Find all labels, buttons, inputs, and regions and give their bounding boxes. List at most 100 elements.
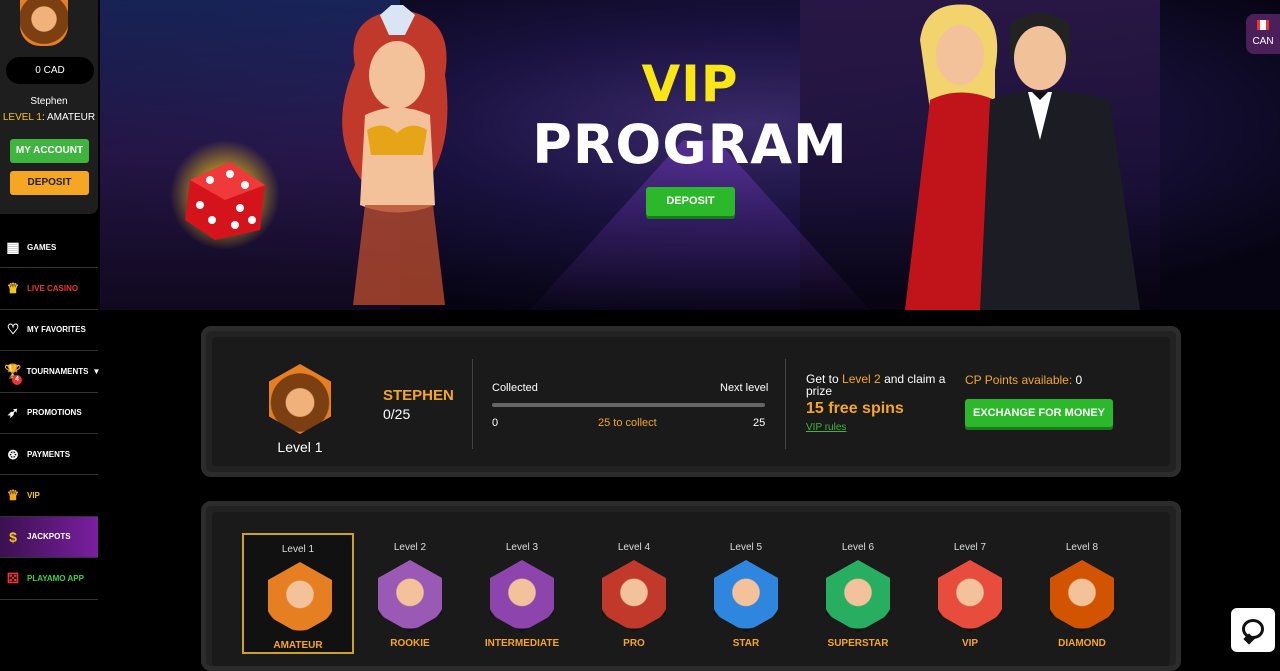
vip-level-badge-icon [826, 560, 890, 632]
sidebar-item-vip[interactable]: ♛ VIP [0, 475, 98, 517]
vip-progress-panel: Level 1 STEPHEN 0/25 Collected Next leve… [201, 326, 1181, 477]
vip-level-name: INTERMEDIATE [484, 638, 560, 649]
divider [785, 359, 786, 449]
money-bag-icon: $ [9, 528, 17, 545]
games-icon: ▦ [6, 238, 20, 255]
sidebar-nav: ▦ GAMES ♛ LIVE CASINO ♡ MY FAVORITES 🏆 4 TOUR… [0, 227, 101, 600]
vip-rules-link[interactable]: VIP rules [806, 422, 846, 433]
sidebar-item-jackpots[interactable]: $ JACKPOTS [0, 516, 98, 559]
hero-deposit-button[interactable]: DEPOSIT [646, 187, 735, 216]
dice-icon: ⚄ [6, 569, 20, 586]
my-account-button[interactable]: MY ACCOUNT [10, 139, 89, 163]
current-level: Level 1 [277, 439, 323, 455]
vip-level-number: Level 1 [281, 544, 315, 555]
chevron-down-icon[interactable]: ▼ [93, 367, 101, 376]
rocket-icon: ➶ [7, 404, 19, 421]
vip-level-card[interactable]: Level 4 PRO [578, 533, 690, 654]
vip-level-card[interactable]: Level 5 STAR [690, 533, 802, 654]
vip-level-badge-icon [378, 560, 442, 632]
next-level-name: Level 2 [842, 372, 881, 386]
next-level-prize-text: Get to Level 2 and claim a prize [806, 373, 951, 397]
progress-points: 0/25 [383, 406, 411, 422]
vip-level-number: Level 8 [1065, 542, 1099, 553]
sidebar-item-payments[interactable]: ⊛ PAYMENTS [0, 434, 98, 476]
currency-label: CAN [1252, 36, 1274, 47]
payments-icon: ⊛ [7, 445, 19, 462]
level-label: LEVEL 1 [2, 112, 42, 123]
sidebar-item-tournaments[interactable]: 🏆 4 TOURNAMENTS ▼ [0, 351, 101, 393]
vip-progress-inner: Level 1 STEPHEN 0/25 Collected Next leve… [212, 337, 1170, 466]
vip-levels-inner: Level 1 AMATEUR Level 2 ROOKIE Level 3 INTERM… [212, 512, 1170, 666]
vip-level-card[interactable]: Level 2 ROOKIE [354, 533, 466, 654]
heart-icon: ♡ [6, 321, 20, 338]
sidebar-item-label: GAMES [27, 242, 57, 252]
exchange-for-money-button[interactable]: EXCHANGE FOR MONEY [965, 399, 1113, 427]
vip-level-number: Level 6 [841, 542, 875, 553]
sidebar-item-playamo-app[interactable]: ⚄ PLAYAMO APP [0, 558, 98, 600]
sidebar-item-label: TOURNAMENTS [26, 366, 89, 376]
sidebar-item-live-casino[interactable]: ♛ LIVE CASINO [0, 268, 98, 310]
progress-bar [492, 403, 765, 407]
sidebar-deposit-button[interactable]: DEPOSIT [10, 171, 89, 195]
vip-level-number: Level 2 [393, 542, 427, 553]
vip-level-card[interactable]: Level 7 VIP [914, 533, 1026, 654]
player-level: LEVEL 1: AMATEUR [0, 112, 98, 123]
sidebar: 0 CAD Stephen LEVEL 1: AMATEUR MY ACCOUN… [0, 0, 100, 659]
sidebar-item-favorites[interactable]: ♡ MY FAVORITES [0, 310, 98, 352]
avatar[interactable] [20, 0, 68, 46]
crown-icon: ♛ [6, 487, 20, 504]
vip-level-name: VIP [961, 638, 979, 649]
hero-title-program: PROGRAM [532, 113, 848, 176]
cp-points: CP Points available: 0 [965, 373, 1082, 387]
vip-level-number: Level 4 [617, 542, 651, 553]
level-name: : AMATEUR [41, 112, 96, 123]
vip-level-card[interactable]: Level 1 AMATEUR [242, 533, 354, 654]
vip-level-name: DIAMOND [1058, 638, 1106, 649]
next-level-label: Next level [720, 382, 769, 394]
sidebar-item-label: JACKPOTS [27, 532, 71, 542]
sidebar-item-label: PROMOTIONS [27, 408, 82, 418]
vip-level-card[interactable]: Level 8 DIAMOND [1026, 533, 1138, 654]
divider [472, 359, 473, 449]
player-level-avatar [269, 364, 331, 434]
sidebar-item-label: MY FAVORITES [27, 325, 86, 335]
collected-label: Collected [492, 382, 538, 394]
progress-player-name: STEPHEN [383, 387, 454, 404]
sidebar-item-label: VIP [27, 491, 40, 501]
live-chat-button[interactable] [1231, 608, 1275, 652]
prize-amount: 15 free spins [806, 400, 904, 417]
balance-display: 0 CAD [6, 57, 94, 84]
vip-levels-panel: Level 1 AMATEUR Level 2 ROOKIE Level 3 INTERM… [201, 501, 1181, 671]
vip-level-number: Level 3 [505, 542, 539, 553]
player-name: Stephen [30, 96, 68, 107]
cp-points-label: CP Points available: [965, 373, 1073, 387]
tournaments-badge: 4 [12, 375, 22, 386]
sidebar-item-label: LIVE CASINO [27, 284, 79, 294]
progress-remaining: 25 to collect [598, 417, 657, 429]
canada-flag-icon [1257, 20, 1269, 30]
vip-level-number: Level 7 [953, 542, 987, 553]
vip-level-badge-icon [938, 560, 1002, 632]
vip-level-badge-icon [1050, 560, 1114, 632]
cp-points-value: 0 [1072, 373, 1083, 387]
vip-level-badge-icon [268, 562, 332, 634]
sidebar-item-label: PAYMENTS [27, 449, 71, 459]
currency-selector[interactable]: CAN [1246, 14, 1280, 54]
sidebar-item-games[interactable]: ▦ GAMES [0, 227, 98, 269]
vip-level-badge-icon [490, 560, 554, 632]
progress-start: 0 [492, 417, 499, 429]
vip-level-name: STAR [732, 638, 760, 649]
sidebar-item-label: PLAYAMO APP [27, 573, 84, 583]
sidebar-item-promotions[interactable]: ➶ PROMOTIONS [0, 393, 98, 434]
vip-level-name: PRO [623, 638, 645, 649]
vip-level-name: SUPERSTAR [827, 638, 889, 649]
vip-level-number: Level 5 [729, 542, 763, 553]
vip-level-name: ROOKIE [390, 638, 430, 649]
vip-level-badge-icon [602, 560, 666, 632]
progress-end: 25 [753, 417, 766, 429]
profile-card: 0 CAD Stephen LEVEL 1: AMATEUR MY ACCOUN… [0, 0, 98, 214]
vip-level-name: AMATEUR [273, 640, 323, 651]
hero-title-vip: VIP [641, 55, 739, 113]
vip-level-card[interactable]: Level 3 INTERMEDIATE [466, 533, 578, 654]
vip-level-card[interactable]: Level 6 SUPERSTAR [802, 533, 914, 654]
